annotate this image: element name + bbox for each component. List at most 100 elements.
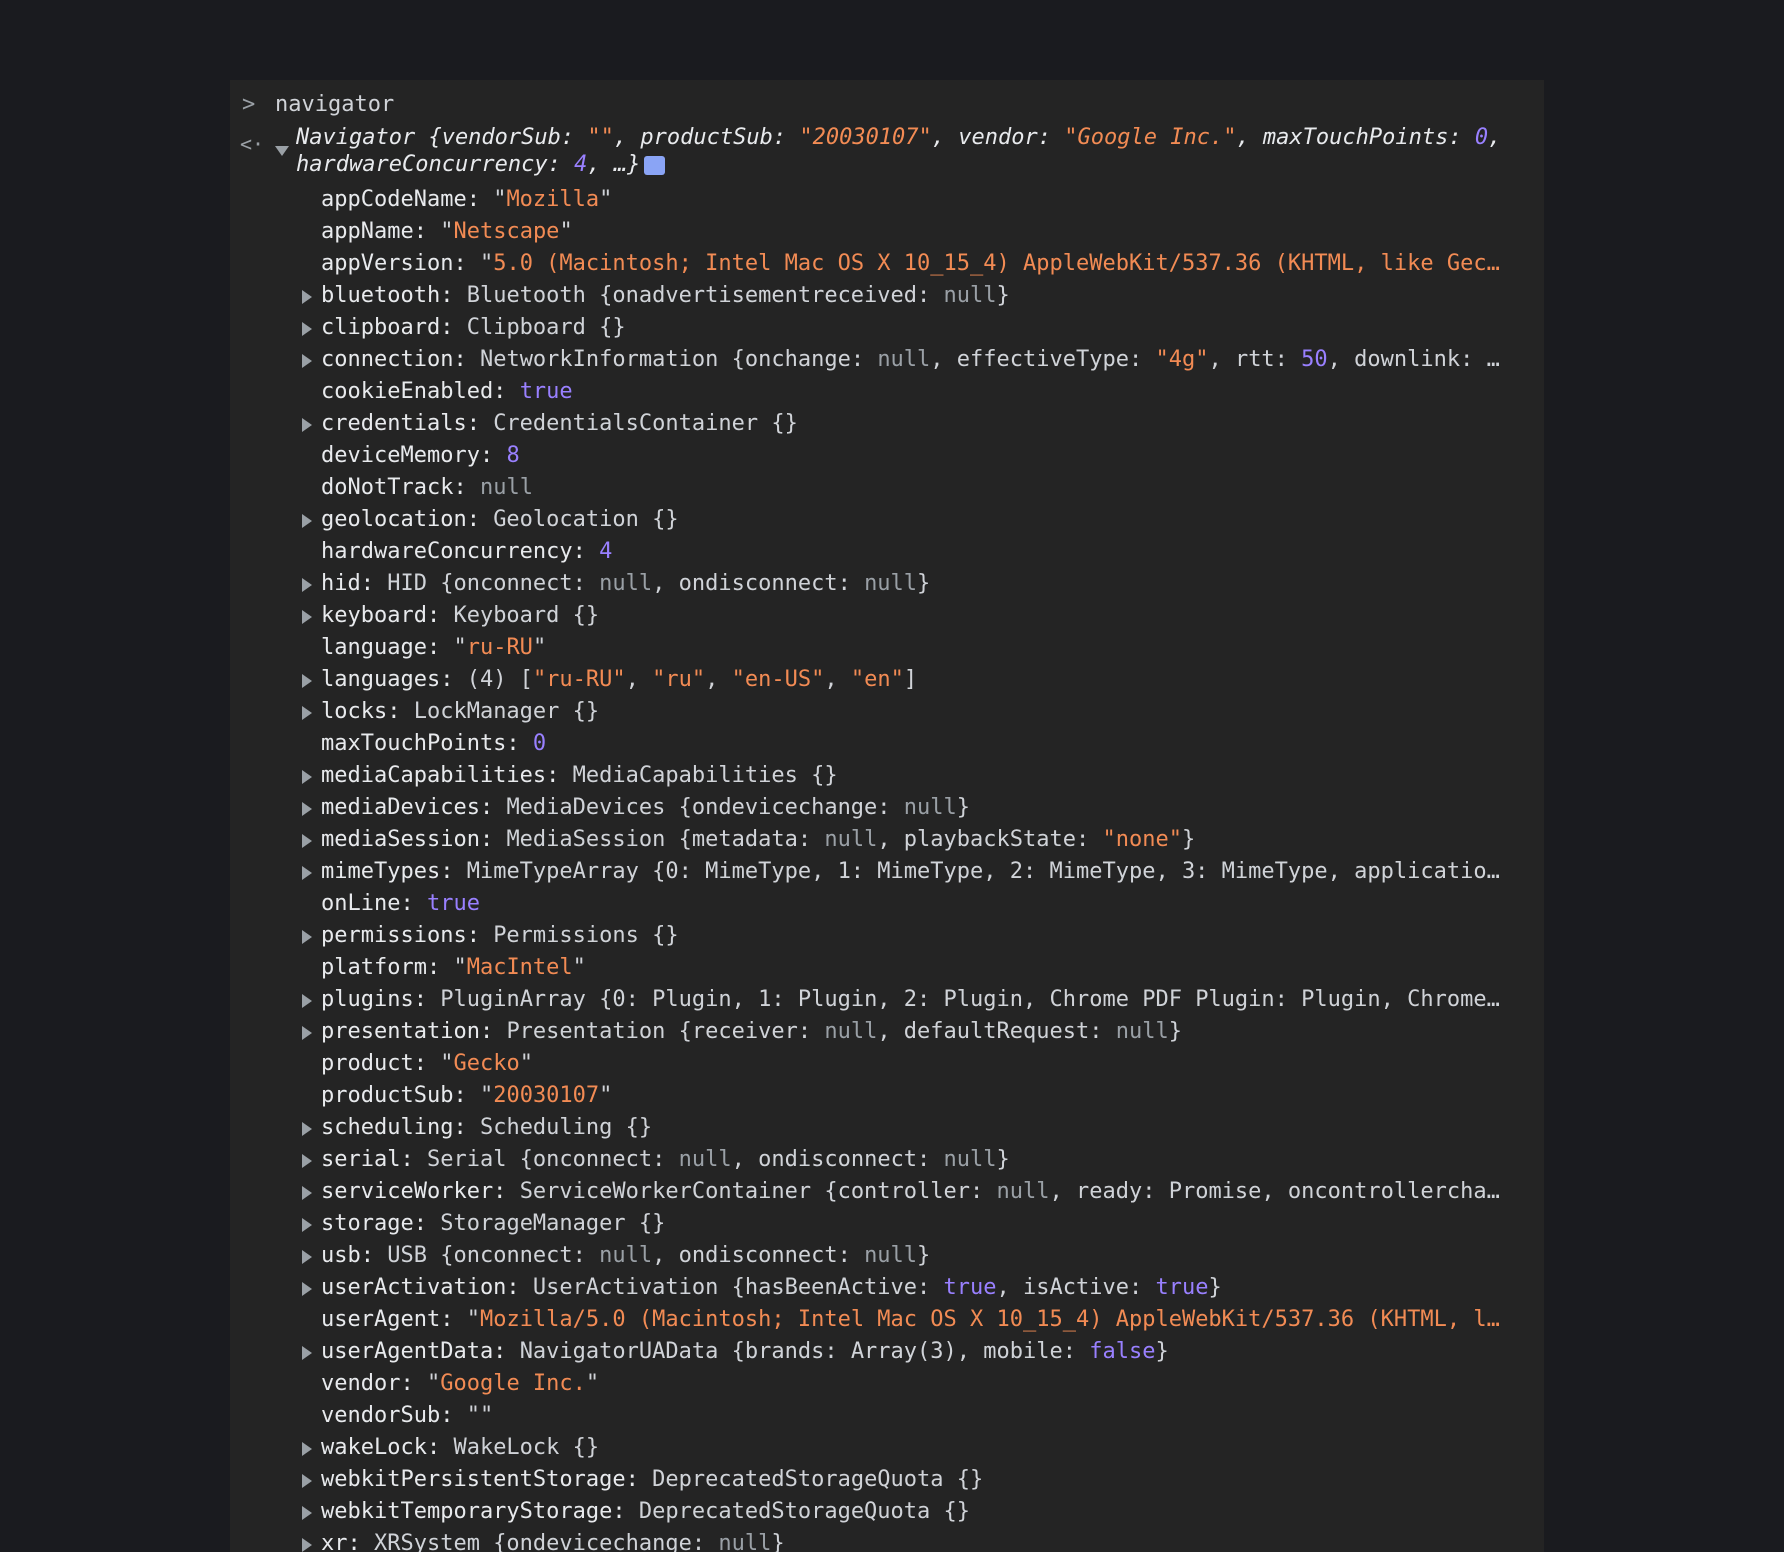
expand-triangle-icon[interactable]: [302, 610, 312, 624]
property-text: vendorSub: "": [321, 1400, 1502, 1432]
property-text: appName: "Netscape": [321, 216, 1502, 248]
expand-triangle-icon[interactable]: [302, 994, 312, 1008]
expand-triangle-icon[interactable]: [302, 866, 312, 880]
expand-triangle-icon[interactable]: [302, 674, 312, 688]
property-row[interactable]: storage: StorageManager {}: [230, 1208, 1502, 1240]
expand-triangle-icon[interactable]: [302, 706, 312, 720]
expand-triangle-icon[interactable]: [302, 322, 312, 336]
property-row[interactable]: locks: LockManager {}: [230, 696, 1502, 728]
token: mediaCapabilities:: [321, 763, 573, 788]
expand-triangle-icon[interactable]: [302, 1282, 312, 1296]
token: storage:: [321, 1211, 441, 1236]
token: }: [996, 1147, 1010, 1172]
token: Scheduling {}: [479, 1115, 653, 1140]
property-text: userAgent: "Mozilla/5.0 (Macintosh; Inte…: [321, 1304, 1502, 1336]
property-row: appName: "Netscape": [230, 216, 1502, 248]
property-row[interactable]: scheduling: Scheduling {}: [230, 1112, 1502, 1144]
token: userAgent:: [321, 1307, 467, 1332]
expand-triangle-icon[interactable]: [302, 1122, 312, 1136]
property-text: keyboard: Keyboard {}: [321, 600, 1502, 632]
token: }: [771, 1531, 785, 1552]
token: }: [917, 1243, 931, 1268]
token: null: [824, 827, 878, 852]
expand-triangle-icon[interactable]: [302, 930, 312, 944]
expand-triangle-icon[interactable]: [302, 1218, 312, 1232]
expand-triangle-icon[interactable]: [302, 770, 312, 784]
property-row[interactable]: connection: NetworkInformation {onchange…: [230, 344, 1502, 376]
property-text: hid: HID {onconnect: null, ondisconnect:…: [321, 568, 1502, 600]
token: cookieEnabled:: [321, 379, 520, 404]
expand-triangle-icon[interactable]: [302, 1026, 312, 1040]
property-row[interactable]: usb: USB {onconnect: null, ondisconnect:…: [230, 1240, 1502, 1272]
property-row[interactable]: wakeLock: WakeLock {}: [230, 1432, 1502, 1464]
token: clipboard:: [321, 315, 467, 340]
token: ": [466, 1307, 480, 1332]
expand-triangle-icon[interactable]: [302, 1186, 312, 1200]
token: , ready: Promise, oncontrollercha…: [1049, 1179, 1500, 1204]
expand-triangle-icon[interactable]: [302, 1506, 312, 1520]
token: ,: [824, 667, 851, 692]
property-text: webkitPersistentStorage: DeprecatedStora…: [321, 1464, 1502, 1496]
devtools-console: > navigator <· Navigator {vendorSub: "",…: [230, 80, 1544, 1552]
property-row[interactable]: serial: Serial {onconnect: null, ondisco…: [230, 1144, 1502, 1176]
token: usb:: [321, 1243, 388, 1268]
token: ": [479, 251, 494, 276]
property-text: languages: (4) ["ru-RU", "ru", "en-US", …: [321, 664, 1502, 696]
property-row[interactable]: webkitPersistentStorage: DeprecatedStora…: [230, 1464, 1502, 1496]
expand-triangle-icon[interactable]: [302, 1154, 312, 1168]
property-row[interactable]: serviceWorker: ServiceWorkerContainer {c…: [230, 1176, 1502, 1208]
property-text: userAgentData: NavigatorUAData {brands: …: [321, 1336, 1502, 1368]
token: }: [1208, 1275, 1222, 1300]
property-row[interactable]: userActivation: UserActivation {hasBeenA…: [230, 1272, 1502, 1304]
property-row[interactable]: permissions: Permissions {}: [230, 920, 1502, 952]
expand-triangle-icon[interactable]: [302, 834, 312, 848]
property-row[interactable]: bluetooth: Bluetooth {onadvertisementrec…: [230, 280, 1502, 312]
property-text: hardwareConcurrency: 4: [321, 536, 1502, 568]
info-badge-icon[interactable]: i: [644, 155, 666, 175]
property-row[interactable]: keyboard: Keyboard {}: [230, 600, 1502, 632]
console-input-entry[interactable]: > navigator: [230, 88, 1544, 120]
property-row[interactable]: xr: XRSystem {ondevicechange: null}: [230, 1528, 1502, 1552]
property-row: hardwareConcurrency: 4: [230, 536, 1502, 568]
property-row[interactable]: credentials: CredentialsContainer {}: [230, 408, 1502, 440]
expand-triangle-icon[interactable]: [302, 1538, 312, 1552]
property-row[interactable]: mimeTypes: MimeTypeArray {0: MimeType, 1…: [230, 856, 1502, 888]
property-row[interactable]: mediaCapabilities: MediaCapabilities {}: [230, 760, 1502, 792]
token: , …}: [587, 152, 641, 177]
property-row[interactable]: languages: (4) ["ru-RU", "ru", "en-US", …: [230, 664, 1502, 696]
expand-triangle-icon[interactable]: [302, 418, 312, 432]
token: ": [572, 955, 586, 980]
token: presentation:: [321, 1019, 507, 1044]
expand-triangle-icon[interactable]: [302, 354, 312, 368]
property-row[interactable]: userAgentData: NavigatorUAData {brands: …: [230, 1336, 1502, 1368]
property-text: mediaCapabilities: MediaCapabilities {}: [321, 760, 1502, 792]
token: null: [996, 1179, 1050, 1204]
token: ": [599, 1083, 613, 1108]
token: webkitPersistentStorage:: [321, 1467, 653, 1492]
expand-triangle-icon[interactable]: [302, 1346, 312, 1360]
collapse-triangle-icon[interactable]: [275, 146, 289, 156]
property-row[interactable]: clipboard: Clipboard {}: [230, 312, 1502, 344]
expand-triangle-icon[interactable]: [302, 1250, 312, 1264]
expand-triangle-icon[interactable]: [302, 290, 312, 304]
expand-triangle-icon[interactable]: [302, 1474, 312, 1488]
property-row[interactable]: plugins: PluginArray {0: Plugin, 1: Plug…: [230, 984, 1502, 1016]
property-row[interactable]: mediaDevices: MediaDevices {ondevicechan…: [230, 792, 1502, 824]
property-row[interactable]: webkitTemporaryStorage: DeprecatedStorag…: [230, 1496, 1502, 1528]
property-text: userActivation: UserActivation {hasBeenA…: [321, 1272, 1502, 1304]
expand-triangle-icon[interactable]: [302, 802, 312, 816]
property-row: maxTouchPoints: 0: [230, 728, 1502, 760]
property-row[interactable]: mediaSession: MediaSession {metadata: nu…: [230, 824, 1502, 856]
token: webkitTemporaryStorage:: [321, 1499, 639, 1524]
property-row[interactable]: presentation: Presentation {receiver: nu…: [230, 1016, 1502, 1048]
token: 5.0 (Macintosh; Intel Mac OS X 10_15_4) …: [493, 251, 1500, 276]
expand-triangle-icon[interactable]: [302, 1442, 312, 1456]
property-row[interactable]: hid: HID {onconnect: null, ondisconnect:…: [230, 568, 1502, 600]
expand-triangle-icon[interactable]: [302, 578, 312, 592]
expand-triangle-icon[interactable]: [302, 514, 312, 528]
property-row[interactable]: geolocation: Geolocation {}: [230, 504, 1502, 536]
token: "": [466, 1403, 494, 1428]
token: null: [479, 475, 533, 500]
token: true: [943, 1275, 997, 1300]
object-summary[interactable]: Navigator {vendorSub: "", productSub: "2…: [296, 124, 1536, 178]
